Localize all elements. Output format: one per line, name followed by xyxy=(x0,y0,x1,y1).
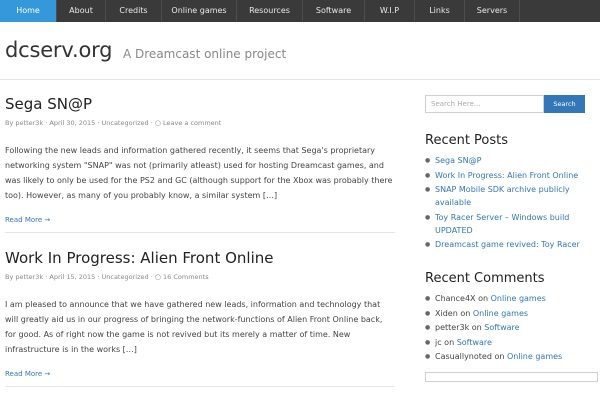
nav-servers[interactable]: Servers xyxy=(465,0,520,22)
search-button[interactable]: Search xyxy=(544,95,585,113)
post-excerpt: Following the new leads and information … xyxy=(5,146,393,200)
comment-author: Xiden xyxy=(435,308,458,318)
bullet-icon: ● xyxy=(425,157,431,164)
site-title[interactable]: dcserv.org xyxy=(5,38,112,62)
sidebar: Search Recent Posts ●Sega SN@P ●Work In … xyxy=(425,95,600,365)
read-more-link[interactable]: Read More → xyxy=(5,370,395,378)
nav-links[interactable]: Links xyxy=(415,0,465,22)
post-author[interactable]: petter3k xyxy=(15,273,43,281)
site-tagline: A Dreamcast online project xyxy=(123,47,287,61)
post-excerpt: I am pleased to announce that we have ga… xyxy=(5,300,383,354)
nav-credits[interactable]: Credits xyxy=(106,0,162,22)
comment-icon: ○ xyxy=(154,273,161,281)
comment-icon: ○ xyxy=(154,119,161,127)
comment-post-link[interactable]: Online games xyxy=(473,309,528,318)
recent-comments-title: Recent Comments xyxy=(425,271,545,286)
recent-posts-list: ● Sega SN@P ● Work In Progress: Alien Fron… xyxy=(425,154,600,251)
post-title[interactable]: Work In Progress: Alien Front Online xyxy=(5,249,395,267)
recent-comment-item: ● Chance4X on Online games xyxy=(425,294,546,303)
post-divider xyxy=(5,386,395,387)
bullet-icon: ● xyxy=(425,353,431,360)
sidebar-widget-box xyxy=(425,372,598,382)
comment-author: Chance4X xyxy=(435,294,476,303)
comment-author: Casuallynoted xyxy=(435,352,492,361)
post-meta: By petter3k · April 30, 2015 · Uncategor… xyxy=(5,119,395,127)
post-title[interactable]: Sega SN@P xyxy=(5,95,395,113)
recent-post-item[interactable]: ● Toy Racer Server – Windows build UPDATE… xyxy=(425,211,600,237)
post-author[interactable]: petter3k xyxy=(15,119,43,127)
post-category[interactable]: Uncategorized xyxy=(102,119,149,127)
post-category[interactable]: Uncategorized xyxy=(102,273,149,281)
post-meta-by: By xyxy=(5,119,14,127)
comment-post-link[interactable]: Online games xyxy=(491,294,546,303)
nav-wip[interactable]: W.I.P xyxy=(365,0,415,22)
post-meta: By petter3k · April 15, 2015 · Uncategor… xyxy=(5,273,395,281)
post-date[interactable]: April 15, 2015 xyxy=(49,273,95,281)
recent-post-item[interactable]: ● SNAP Mobile SDK archive publicly availa… xyxy=(425,183,600,209)
recent-comment-item: ● Casuallynoted on Online games xyxy=(425,352,563,361)
post-comments-link[interactable]: Leave a comment xyxy=(163,119,221,127)
recent-comments-list: ● Chance4X on Online games ● Xiden on Onli… xyxy=(425,292,600,363)
nav-resources[interactable]: Resources xyxy=(237,0,303,22)
bullet-icon: ● xyxy=(425,295,431,302)
post-comments-link[interactable]: 16 Comments xyxy=(163,273,209,281)
comment-author: jc xyxy=(435,337,442,347)
bullet-icon: ● xyxy=(425,186,431,193)
recent-comment-item: ● jc on Software xyxy=(425,337,492,347)
comment-post-link[interactable]: Online games xyxy=(507,352,562,361)
post-1: Sega SN@P By petter3k · April 30, 2015 ·… xyxy=(5,95,395,224)
bullet-icon: ● xyxy=(425,309,431,317)
recent-posts-title: Recent Posts xyxy=(425,133,509,148)
bullet-icon: ● xyxy=(425,171,431,179)
nav-online-games[interactable]: Online games xyxy=(162,0,237,22)
recent-comment-item: ● Xiden on Online games xyxy=(425,308,529,318)
recent-post-item[interactable]: ● Dreamcast game revived: Toy Racer xyxy=(425,238,600,251)
bullet-icon: ● xyxy=(425,213,431,221)
nav-about[interactable]: About xyxy=(57,0,106,22)
comment-post-link[interactable]: Software xyxy=(484,323,519,332)
bullet-icon: ● xyxy=(425,324,431,331)
post-meta-by: By xyxy=(5,273,14,281)
comment-post-link[interactable]: Software xyxy=(457,338,492,347)
main-nav: Home About Credits Online games Resource… xyxy=(0,0,600,22)
post-2: Work In Progress: Alien Front Online By … xyxy=(5,249,395,378)
post-divider xyxy=(5,232,395,233)
recent-post-item[interactable]: ● Sega SN@P xyxy=(425,154,600,167)
search-form: Search xyxy=(425,95,600,113)
search-input[interactable] xyxy=(425,95,544,113)
post-date[interactable]: April 30, 2015 xyxy=(49,119,95,127)
comment-author: petter3k xyxy=(435,323,470,332)
bullet-icon: ● xyxy=(425,338,431,346)
recent-post-item[interactable]: ● Work In Progress: Alien Front Online xyxy=(425,169,600,182)
recent-comment-item: ● petter3k on Software xyxy=(425,323,520,332)
read-more-link[interactable]: Read More → xyxy=(5,216,395,224)
nav-software[interactable]: Software xyxy=(303,0,365,22)
bullet-icon: ● xyxy=(425,241,431,248)
header-divider xyxy=(0,79,600,80)
nav-home[interactable]: Home xyxy=(0,0,57,22)
